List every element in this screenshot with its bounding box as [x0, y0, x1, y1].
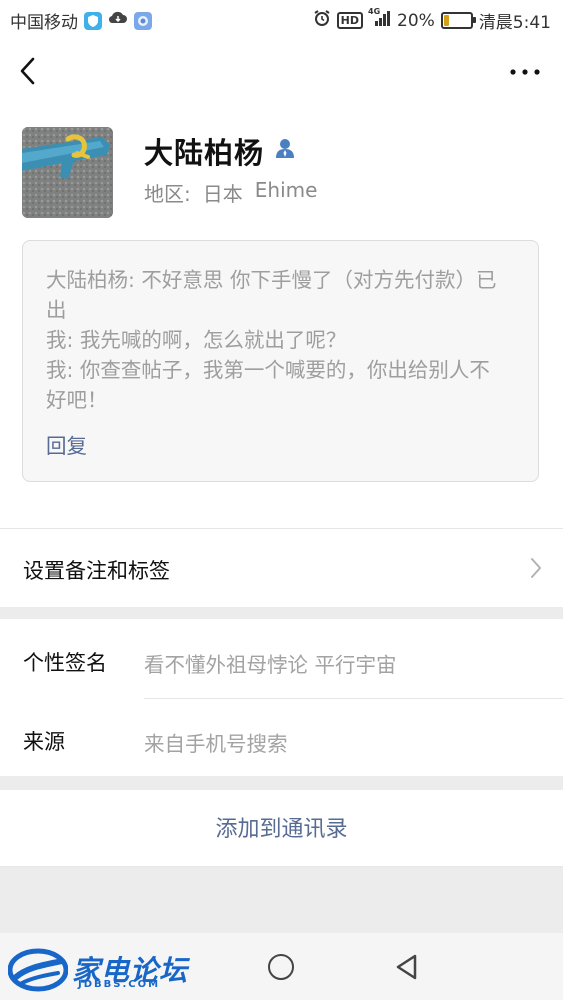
person-icon	[274, 137, 296, 159]
remark-tags-row[interactable]: 设置备注和标签	[0, 529, 563, 607]
top-nav-bar	[0, 40, 563, 102]
system-navigation-bar: 家电论坛 JDBBS.COM	[0, 933, 563, 1000]
battery-icon	[440, 12, 476, 29]
page-bottom-fill	[0, 867, 563, 933]
gallery-app-icon	[134, 11, 152, 30]
source-row: 来源 来自手机号搜索	[0, 699, 563, 776]
source-value: 来自手机号搜索	[144, 732, 288, 756]
section-gap	[0, 776, 563, 790]
profile-region: 地区: 日本 Ehime	[144, 178, 317, 207]
add-to-contacts-button[interactable]: 添加到通讯录	[0, 790, 563, 866]
status-bar: 中国移动 HD 4G 20% 清晨5:41	[0, 0, 563, 38]
watermark-logo-sub: JDBBS.COM	[78, 979, 161, 990]
profile-name: 大陆柏杨	[144, 136, 265, 170]
reply-link[interactable]: 回复	[46, 429, 87, 459]
alarm-icon	[313, 9, 331, 32]
home-circle-icon[interactable]	[268, 954, 294, 980]
signal-icon: 4G	[368, 6, 391, 32]
watermark-logo: 家电论坛 JDBBS.COM	[8, 947, 188, 993]
region-city: Ehime	[254, 178, 318, 202]
message-line: 我: 你查查帖子，我第一个喊要的，你出给别人不好吧！	[46, 358, 490, 412]
network-type-label: 4G	[368, 6, 381, 16]
more-dots-icon[interactable]	[507, 58, 543, 86]
back-triangle-icon[interactable]	[393, 952, 421, 982]
chevron-left-icon[interactable]	[14, 54, 44, 88]
region-label: 地区:	[144, 182, 191, 206]
remark-tags-label: 设置备注和标签	[23, 559, 170, 583]
friend-request-message-card: 大陆柏杨: 不好意思 你下手慢了（对方先付款）已出 我: 我先喊的啊，怎么就出了…	[22, 240, 539, 482]
carrier-label: 中国移动	[10, 13, 78, 33]
cloud-icon	[108, 10, 128, 31]
battery-percent: 20%	[397, 10, 435, 31]
chevron-right-icon	[529, 556, 543, 580]
signature-label: 个性签名	[23, 651, 107, 675]
hd-icon: HD	[336, 12, 364, 29]
shield-app-icon	[84, 11, 102, 30]
signature-value: 看不懂外祖母悖论 平行宇宙	[144, 653, 397, 677]
signature-row: 个性签名 看不懂外祖母悖论 平行宇宙	[0, 620, 563, 698]
clock: 清晨5:41	[478, 13, 551, 33]
region-country: 日本	[202, 182, 243, 206]
avatar[interactable]	[22, 127, 113, 218]
section-gap	[0, 607, 563, 619]
status-bar-right: HD 4G 20% 清晨5:41	[313, 6, 551, 33]
battery-level	[443, 15, 450, 26]
message-line: 我: 我先喊的啊，怎么就出了呢？	[46, 328, 347, 352]
message-history: 大陆柏杨: 不好意思 你下手慢了（对方先付款）已出 我: 我先喊的啊，怎么就出了…	[46, 265, 508, 415]
source-label: 来源	[23, 730, 65, 754]
status-bar-left: 中国移动	[10, 8, 152, 33]
message-line: 大陆柏杨: 不好意思 你下手慢了（对方先付款）已出	[46, 268, 497, 322]
